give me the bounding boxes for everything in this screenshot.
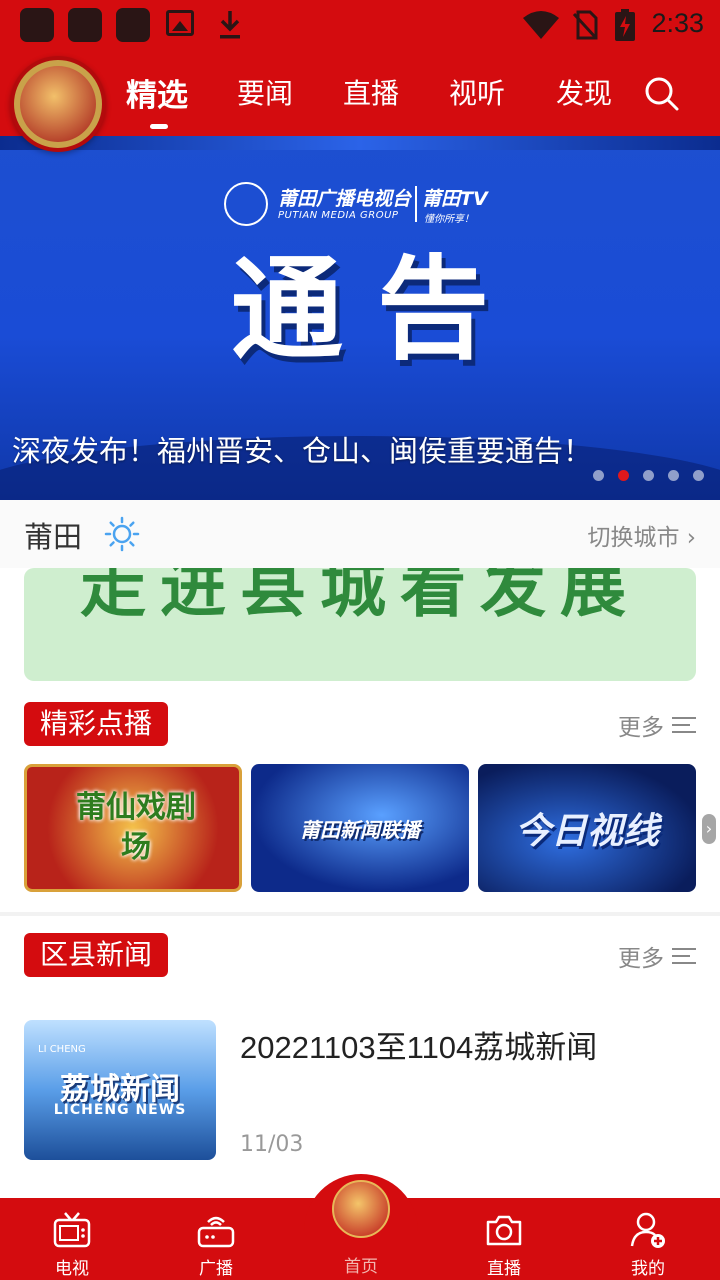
district-news-section: 区县新闻 更多 LI CHENG 荔城新闻 LICHENG NEWS 20221…	[0, 916, 720, 1198]
battery-charging-icon	[615, 9, 635, 41]
tab-live[interactable]: 直播	[343, 72, 399, 112]
notification-icon	[68, 8, 102, 42]
vod-section: 精彩点播 更多 莆仙戏剧场 莆田新闻联播 今日视线 ›	[0, 684, 720, 912]
vod-item[interactable]: 莆田新闻联播	[251, 764, 469, 892]
carousel-dot[interactable]	[693, 470, 704, 481]
active-tab-indicator	[150, 124, 168, 129]
chevron-right-icon: ›	[686, 525, 696, 551]
nav-home-label[interactable]: 首页	[311, 1252, 411, 1277]
promo-section: 走进县城看发展	[0, 568, 720, 684]
more-button[interactable]: 更多	[618, 939, 696, 973]
tab-headlines[interactable]: 要闻	[237, 72, 293, 112]
list-icon	[672, 715, 696, 735]
carousel-dot[interactable]	[668, 470, 679, 481]
vod-item[interactable]: 莆仙戏剧场	[24, 764, 242, 892]
sun-icon	[104, 516, 140, 552]
user-add-icon	[630, 1212, 665, 1248]
tab-discover[interactable]: 发现	[556, 72, 612, 112]
city-name: 莆田	[24, 520, 83, 554]
notification-icon	[116, 8, 150, 42]
radio-icon	[197, 1216, 235, 1248]
carousel-dots	[593, 470, 704, 481]
carousel-dot[interactable]	[643, 470, 654, 481]
banner-headline: 通告	[231, 244, 523, 375]
banner-caption: 深夜发布！福州晋安、仓山、闽侯重要通告！	[12, 434, 593, 468]
app-logo[interactable]	[10, 56, 106, 152]
list-item[interactable]: LI CHENG 荔城新闻 LICHENG NEWS 20221103至1104…	[24, 1020, 696, 1160]
more-button[interactable]: 更多	[618, 708, 696, 742]
tab-audiovisual[interactable]: 视听	[449, 72, 505, 112]
no-sim-icon	[572, 10, 598, 40]
section-title: 精彩点播	[24, 702, 169, 746]
news-title: 20221103至1104荔城新闻	[240, 1030, 598, 1065]
section-title: 区县新闻	[24, 933, 169, 977]
wifi-icon	[523, 11, 559, 39]
list-icon	[672, 946, 696, 966]
vod-item[interactable]: 今日视线	[478, 764, 696, 892]
nav-mine[interactable]: 我的	[598, 1210, 698, 1279]
news-thumbnail: LI CHENG 荔城新闻 LICHENG NEWS	[24, 1020, 216, 1160]
top-nav: 精选 要闻 直播 视听 发现	[0, 50, 720, 152]
download-icon	[220, 11, 240, 39]
home-logo-icon[interactable]	[332, 1180, 390, 1238]
promo-banner[interactable]: 走进县城看发展	[24, 568, 696, 681]
status-bar: 2:33	[0, 0, 720, 50]
notification-icon	[20, 8, 54, 42]
nav-tv[interactable]: 电视	[22, 1210, 122, 1279]
search-icon[interactable]	[644, 76, 680, 112]
weather-row: 莆田 切换城市 ›	[0, 500, 720, 568]
camera-icon	[486, 1215, 522, 1246]
carousel-dot-active[interactable]	[618, 470, 629, 481]
tv-icon	[53, 1212, 91, 1248]
news-date: 11/03	[240, 1132, 304, 1157]
carousel-dot[interactable]	[593, 470, 604, 481]
vod-carousel[interactable]: 莆仙戏剧场 莆田新闻联播 今日视线 ›	[24, 764, 720, 894]
promo-text: 走进县城看发展	[80, 568, 640, 626]
hero-banner[interactable]: 莆田广播电视台 PUTIAN MEDIA GROUP 莆田TV 懂你所享！ 通告…	[0, 136, 720, 500]
broadcaster-emblem-icon	[224, 182, 268, 226]
status-time: 2:33	[651, 8, 704, 38]
tab-featured[interactable]: 精选	[126, 70, 188, 115]
broadcaster-brand: 莆田广播电视台 PUTIAN MEDIA GROUP 莆田TV 懂你所享！	[224, 182, 499, 230]
chevron-right-icon[interactable]: ›	[702, 814, 716, 844]
image-icon	[166, 10, 194, 36]
nav-live[interactable]: 直播	[454, 1210, 554, 1279]
switch-city-button[interactable]: 切换城市 ›	[587, 518, 696, 552]
nav-radio[interactable]: 广播	[166, 1210, 266, 1279]
